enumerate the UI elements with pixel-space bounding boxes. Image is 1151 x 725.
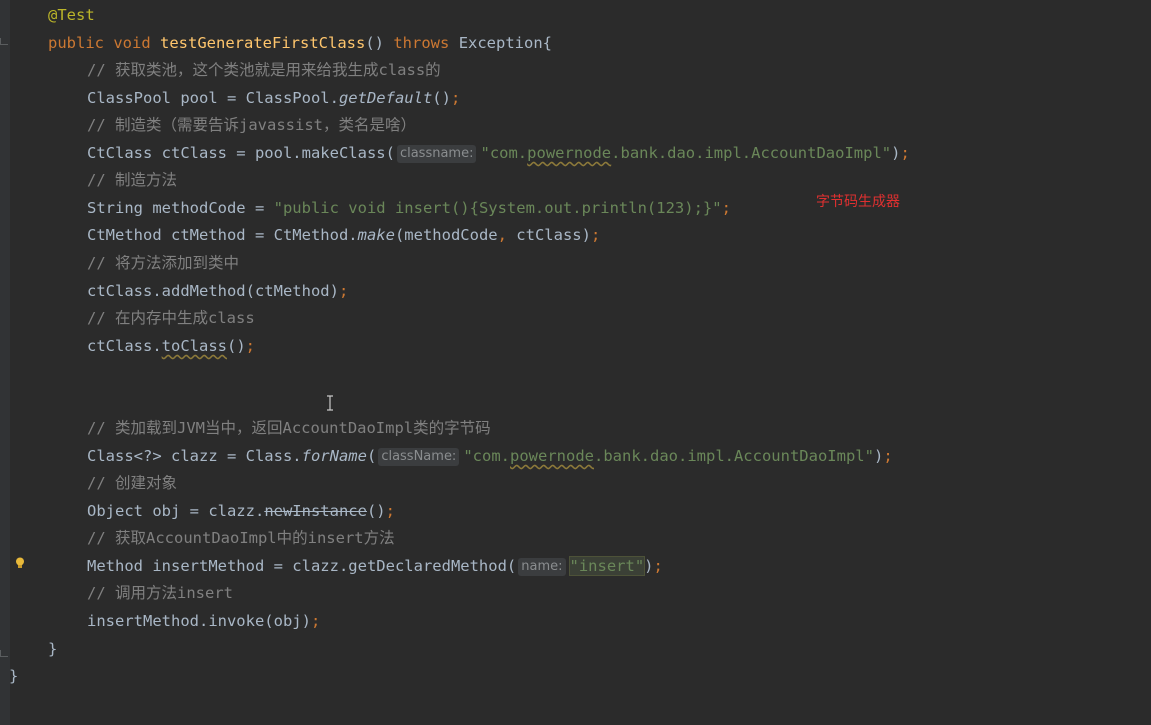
paren-token: () <box>366 502 386 520</box>
string-token: "com. <box>480 144 528 162</box>
code-line[interactable]: Class<?> clazz = Class.forName(className… <box>87 443 893 470</box>
static-call-token: forName <box>301 447 367 465</box>
typo-string-token: powernode <box>510 447 594 465</box>
code-line[interactable]: } <box>48 636 57 663</box>
comment-line[interactable]: // 调用方法insert <box>87 580 233 607</box>
code-line[interactable]: String methodCode = "public void insert(… <box>87 195 731 222</box>
code-line[interactable]: CtClass ctClass = pool.makeClass(classna… <box>87 140 910 167</box>
string-token: "com. <box>463 447 510 465</box>
comment-line[interactable]: // 在内存中生成class <box>87 305 255 332</box>
comma-token: , <box>497 226 507 244</box>
semicolon-token: ; <box>721 199 731 217</box>
parameter-hint: name: <box>518 558 566 576</box>
comment-line[interactable]: // 类加载到JVM当中，返回AccountDaoImpl类的字节码 <box>87 415 491 442</box>
code-token: Method insertMethod = clazz.getDeclaredM… <box>87 557 517 575</box>
parameter-hint: className: <box>378 448 460 466</box>
code-token: insertMethod.invoke(obj) <box>87 612 311 630</box>
code-token: Class<?> clazz = Class. <box>87 447 302 465</box>
annotation-token: @Test <box>48 6 95 24</box>
paren-token: () <box>226 337 246 355</box>
type-token: Exception{ <box>458 34 553 52</box>
code-editor[interactable]: @Test public void testGenerateFirstClass… <box>0 0 1151 725</box>
paren-token: ) <box>644 557 654 575</box>
code-line[interactable]: Method insertMethod = clazz.getDeclaredM… <box>87 553 663 580</box>
highlighted-string-token: "insert" <box>568 556 646 576</box>
paren-token: () <box>432 89 451 107</box>
semicolon-token: ; <box>900 144 910 162</box>
code-token: ctClass.addMethod(ctMethod) <box>87 282 339 300</box>
parameter-hint: classname: <box>396 145 477 163</box>
code-line[interactable]: } <box>9 663 18 690</box>
string-token: "public void insert(){System.out.println… <box>273 199 722 217</box>
string-token: .bank.dao.impl.AccountDaoImpl" <box>594 447 874 465</box>
bytecode-generator-label: 字节码生成器 <box>816 194 900 210</box>
paren-token: ) <box>873 447 884 465</box>
comment-line[interactable]: // 制造方法 <box>87 167 177 194</box>
semicolon-token: ; <box>245 337 255 355</box>
code-line[interactable]: public void testGenerateFirstClass() thr… <box>48 30 552 57</box>
deprecated-call-token: newInstance <box>264 502 367 520</box>
fold-marker-icon[interactable] <box>0 38 8 45</box>
code-line[interactable]: ctClass.toClass(); <box>87 333 255 360</box>
semicolon-token: ; <box>590 226 601 244</box>
static-call-token: getDefault <box>338 89 433 107</box>
editor-gutter <box>0 0 10 725</box>
code-token: String methodCode = <box>87 199 274 217</box>
comment-line[interactable]: // 获取类池，这个类池就是用来给我生成class的 <box>87 57 441 84</box>
comment-line[interactable]: // 制造类（需要告诉javassist，类名是啥） <box>87 112 416 139</box>
code-line[interactable]: ClassPool pool = ClassPool.getDefault(); <box>87 85 460 112</box>
string-token: .bank.dao.impl.AccountDaoImpl" <box>611 144 892 162</box>
code-token: ctClass. <box>87 337 162 355</box>
code-token: ctClass) <box>506 226 591 244</box>
semicolon-token: ; <box>385 502 395 520</box>
keyword-token: throws <box>393 34 450 52</box>
code-line[interactable]: CtMethod ctMethod = CtMethod.make(method… <box>87 222 600 249</box>
semicolon-token: ; <box>450 89 461 107</box>
code-token: ClassPool pool = ClassPool. <box>87 89 339 107</box>
warning-call-token: toClass <box>161 337 227 355</box>
semicolon-token: ; <box>883 447 893 465</box>
method-name-token: testGenerateFirstClass <box>160 34 366 52</box>
code-line[interactable]: Object obj = clazz.newInstance(); <box>87 498 395 525</box>
intention-bulb-icon[interactable] <box>15 557 25 569</box>
keyword-token: void <box>113 34 151 52</box>
semicolon-token: ; <box>310 612 321 630</box>
fold-marker-icon[interactable] <box>0 650 8 657</box>
code-line[interactable]: @Test <box>48 2 95 29</box>
comment-line[interactable]: // 获取AccountDaoImpl中的insert方法 <box>87 525 395 552</box>
comment-line[interactable]: // 将方法添加到类中 <box>87 250 239 277</box>
code-token: Object obj = clazz. <box>87 502 265 520</box>
paren-token: () <box>365 34 384 52</box>
code-token: CtClass ctClass = pool.makeClass( <box>87 144 395 162</box>
code-token: CtMethod ctMethod = CtMethod. <box>87 226 358 244</box>
semicolon-token: ; <box>338 282 349 300</box>
semicolon-token: ; <box>653 557 663 575</box>
code-token: (methodCode <box>394 226 498 244</box>
typo-string-token: powernode <box>527 144 612 162</box>
text-cursor-icon <box>327 395 333 411</box>
comment-line[interactable]: // 创建对象 <box>87 470 177 497</box>
code-line[interactable]: insertMethod.invoke(obj); <box>87 608 320 635</box>
code-line[interactable]: ctClass.addMethod(ctMethod); <box>87 278 348 305</box>
static-call-token: make <box>357 226 395 244</box>
keyword-token: public <box>48 34 104 52</box>
paren-token: ( <box>366 447 377 465</box>
